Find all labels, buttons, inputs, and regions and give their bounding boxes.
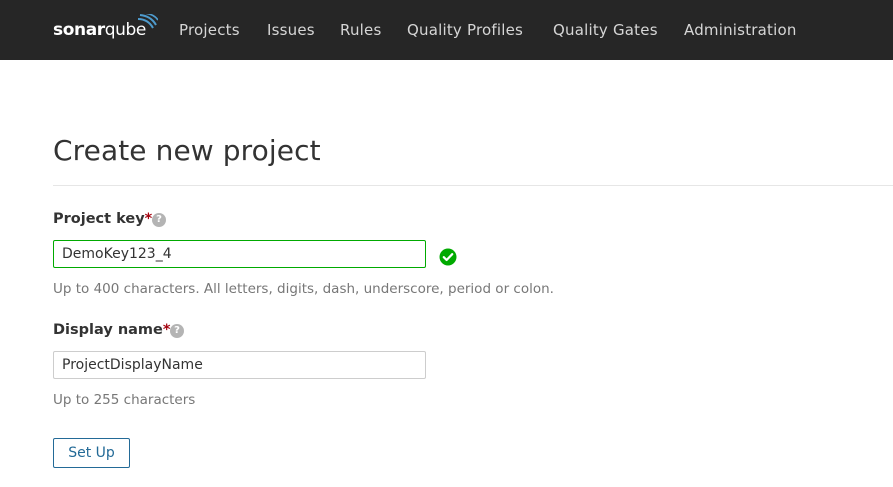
top-navigation-bar: sonarqube Projects Issues Rules Quality … xyxy=(0,0,893,60)
nav-projects[interactable]: Projects xyxy=(179,21,240,39)
set-up-button[interactable]: Set Up xyxy=(53,438,130,468)
nav-administration[interactable]: Administration xyxy=(684,21,797,39)
nav-quality-gates[interactable]: Quality Gates xyxy=(553,21,658,39)
help-icon[interactable]: ? xyxy=(170,324,184,338)
project-key-input[interactable] xyxy=(53,240,426,268)
project-key-label-text: Project key xyxy=(53,211,145,227)
display-name-hint: Up to 255 characters xyxy=(53,392,196,408)
project-key-hint: Up to 400 characters. All letters, digit… xyxy=(53,281,554,297)
nav-issues[interactable]: Issues xyxy=(267,21,315,39)
check-circle-icon xyxy=(439,248,457,266)
project-key-label: Project key* xyxy=(53,211,152,227)
display-name-label-text: Display name xyxy=(53,322,163,338)
logo-waves-icon xyxy=(137,14,158,29)
nav-rules[interactable]: Rules xyxy=(340,21,381,39)
help-icon[interactable]: ? xyxy=(152,213,166,227)
nav-quality-profiles[interactable]: Quality Profiles xyxy=(407,21,523,39)
title-divider xyxy=(53,185,893,186)
page-title: Create new project xyxy=(53,134,321,167)
display-name-label: Display name* xyxy=(53,322,170,338)
logo-wordmark: sonarqube xyxy=(53,20,146,40)
display-name-input[interactable] xyxy=(53,351,426,379)
